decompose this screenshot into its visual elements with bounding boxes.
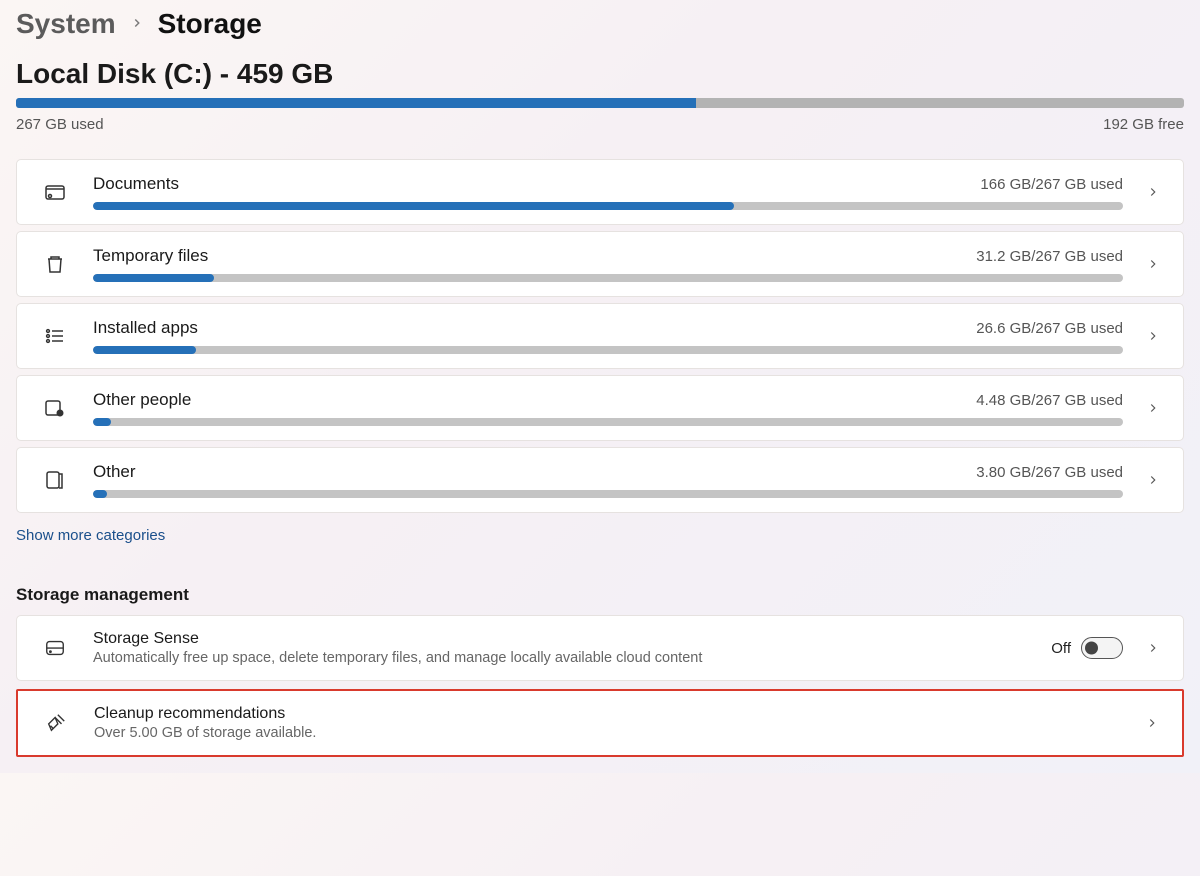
chevron-right-icon (1140, 716, 1164, 730)
category-title: Documents (93, 174, 179, 194)
category-title: Other (93, 462, 136, 482)
chevron-right-icon (1141, 329, 1165, 343)
category-card-apps[interactable]: Installed apps 26.6 GB/267 GB used (16, 303, 1184, 369)
documents-icon (35, 180, 75, 204)
storage-sense-toggle[interactable] (1081, 637, 1123, 659)
category-usage: 3.80 GB/267 GB used (976, 464, 1123, 481)
cleanup-title: Cleanup recommendations (94, 705, 1122, 723)
cleanup-desc: Over 5.00 GB of storage available. (94, 725, 1122, 741)
category-bar (93, 490, 1123, 498)
people-icon (35, 396, 75, 420)
trash-icon (35, 252, 75, 276)
disk-usage-fill (16, 98, 696, 108)
category-bar (93, 274, 1123, 282)
category-title: Installed apps (93, 318, 198, 338)
storage-management-heading: Storage management (16, 585, 1184, 605)
drive-icon (35, 637, 75, 659)
category-usage: 26.6 GB/267 GB used (976, 320, 1123, 337)
category-bar (93, 418, 1123, 426)
category-bar-fill (93, 418, 111, 426)
toggle-knob (1085, 642, 1098, 655)
chevron-right-icon (1141, 401, 1165, 415)
category-card-temp[interactable]: Temporary files 31.2 GB/267 GB used (16, 231, 1184, 297)
category-card-other[interactable]: Other 3.80 GB/267 GB used (16, 447, 1184, 513)
category-title: Temporary files (93, 246, 208, 266)
storage-sense-toggle-label: Off (1051, 640, 1071, 657)
category-bar-fill (93, 346, 196, 354)
chevron-right-icon (1141, 185, 1165, 199)
category-bar (93, 202, 1123, 210)
category-bar-fill (93, 274, 214, 282)
category-title: Other people (93, 390, 191, 410)
breadcrumb-current: Storage (158, 8, 262, 40)
chevron-right-icon (1141, 641, 1165, 655)
category-bar (93, 346, 1123, 354)
category-card-other-people[interactable]: Other people 4.48 GB/267 GB used (16, 375, 1184, 441)
storage-sense-title: Storage Sense (93, 630, 1033, 648)
other-icon (35, 468, 75, 492)
breadcrumb-parent[interactable]: System (16, 8, 116, 40)
broom-icon (36, 712, 76, 734)
category-bar-fill (93, 490, 107, 498)
breadcrumb: System Storage (16, 8, 1184, 40)
apps-icon (35, 324, 75, 348)
storage-sense-desc: Automatically free up space, delete temp… (93, 650, 1033, 666)
disk-title: Local Disk (C:) - 459 GB (16, 58, 1184, 90)
storage-sense-card[interactable]: Storage Sense Automatically free up spac… (16, 615, 1184, 681)
show-more-categories-link[interactable]: Show more categories (16, 527, 165, 544)
disk-usage-bar (16, 98, 1184, 108)
cleanup-recommendations-card[interactable]: Cleanup recommendations Over 5.00 GB of … (16, 689, 1184, 757)
category-bar-fill (93, 202, 734, 210)
disk-free-label: 192 GB free (1103, 116, 1184, 133)
chevron-right-icon (1141, 473, 1165, 487)
category-card-documents[interactable]: Documents 166 GB/267 GB used (16, 159, 1184, 225)
chevron-right-icon (130, 14, 144, 35)
disk-used-label: 267 GB used (16, 116, 104, 133)
category-usage: 4.48 GB/267 GB used (976, 392, 1123, 409)
chevron-right-icon (1141, 257, 1165, 271)
category-usage: 31.2 GB/267 GB used (976, 248, 1123, 265)
category-usage: 166 GB/267 GB used (980, 176, 1123, 193)
